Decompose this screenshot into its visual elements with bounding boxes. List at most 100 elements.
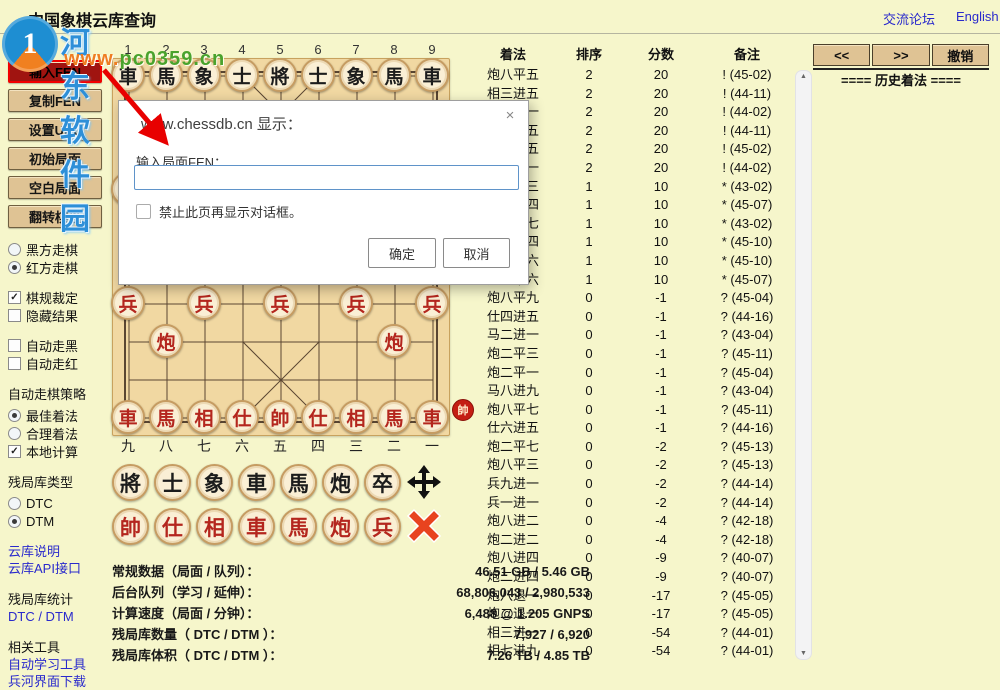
move-row[interactable]: 兵一进一0-2? (44-14) <box>466 494 790 513</box>
move-row[interactable]: 仕六进五0-1? (44-16) <box>466 419 790 438</box>
input-fen-button[interactable]: 输入FEN <box>8 60 102 83</box>
move-row[interactable]: 马八进九0-1? (43-04) <box>466 382 790 401</box>
red-palette-piece[interactable]: 仕 <box>154 508 191 545</box>
initial-position-button[interactable]: 初始局面 <box>8 147 102 170</box>
move-row[interactable]: 炮八退一0-17? (45-05) <box>466 587 790 606</box>
move-row[interactable]: 相三进一0-54? (44-01) <box>466 624 790 643</box>
red-piece[interactable]: 馬 <box>377 400 411 434</box>
red-piece[interactable]: 仕 <box>301 400 335 434</box>
move-row[interactable]: 炮八平九0-1? (45-04) <box>466 289 790 308</box>
fen-input[interactable] <box>134 165 519 190</box>
black-palette-piece[interactable]: 將 <box>112 464 149 501</box>
hide-results-checkbox[interactable] <box>8 309 21 322</box>
binghe-ui-download-link[interactable]: 兵河界面下载 <box>8 673 110 690</box>
move-row[interactable]: 炮二平一0-1? (45-04) <box>466 364 790 383</box>
moves-scrollbar[interactable] <box>795 70 812 660</box>
move-row[interactable]: 炮八进二0-4? (42-18) <box>466 512 790 531</box>
move-row[interactable]: 炮二平七0-2? (45-13) <box>466 438 790 457</box>
dtm-option[interactable]: DTM <box>8 512 110 530</box>
cancel-button[interactable]: 取消 <box>443 238 510 268</box>
rule-arbitration-option[interactable]: 棋规裁定 <box>8 288 110 306</box>
flip-board-button[interactable]: 翻转棋盘 <box>8 205 102 228</box>
red-piece[interactable]: 兵 <box>111 286 145 320</box>
move-row[interactable]: 炮二平三0-1? (45-11) <box>466 345 790 364</box>
black-piece[interactable]: 車 <box>415 58 449 92</box>
cloud-docs-link[interactable]: 云库说明 <box>8 543 110 560</box>
close-icon[interactable]: × <box>502 107 518 124</box>
move-row[interactable]: 马二进一0-1? (43-04) <box>466 326 790 345</box>
move-row[interactable]: 炮二进二0-4? (42-18) <box>466 531 790 550</box>
reasonable-move-option[interactable]: 合理着法 <box>8 424 110 442</box>
red-palette-piece[interactable]: 馬 <box>280 508 317 545</box>
move-row[interactable]: 炮八进四0-9? (40-07) <box>466 549 790 568</box>
red-palette-piece[interactable]: 帥 <box>112 508 149 545</box>
black-piece[interactable]: 士 <box>225 58 259 92</box>
red-palette-piece[interactable]: 炮 <box>322 508 359 545</box>
local-compute-option[interactable]: 本地计算 <box>8 442 110 460</box>
black-piece[interactable]: 馬 <box>377 58 411 92</box>
delete-cross-icon[interactable] <box>406 508 442 544</box>
red-piece[interactable]: 仕 <box>225 400 259 434</box>
reasonable-move-radio[interactable] <box>8 427 21 440</box>
auto-play-red-option[interactable]: 自动走红 <box>8 354 110 372</box>
red-palette-piece[interactable]: 車 <box>238 508 275 545</box>
empty-position-button[interactable]: 空白局面 <box>8 176 102 199</box>
black-piece[interactable]: 士 <box>301 58 335 92</box>
black-to-move-radio[interactable] <box>8 243 21 256</box>
black-piece[interactable]: 象 <box>187 58 221 92</box>
red-piece[interactable]: 兵 <box>339 286 373 320</box>
auto-play-red-checkbox[interactable] <box>8 357 21 370</box>
auto-learning-tool-link[interactable]: 自动学习工具 <box>8 656 110 673</box>
dtc-radio[interactable] <box>8 497 21 510</box>
set-url-button[interactable]: 设置URL <box>8 118 102 141</box>
red-piece[interactable]: 炮 <box>149 324 183 358</box>
red-piece[interactable]: 帥 <box>263 400 297 434</box>
black-palette-piece[interactable]: 馬 <box>280 464 317 501</box>
auto-play-black-option[interactable]: 自动走黑 <box>8 336 110 354</box>
cloud-api-link[interactable]: 云库API接口 <box>8 560 110 577</box>
red-palette-piece[interactable]: 相 <box>196 508 233 545</box>
copy-fen-button[interactable]: 复制FEN <box>8 89 102 112</box>
black-palette-piece[interactable]: 炮 <box>322 464 359 501</box>
move-row[interactable]: 相七进九0-54? (44-01) <box>466 642 790 661</box>
move-row[interactable]: 炮八平三0-2? (45-13) <box>466 456 790 475</box>
dtm-radio[interactable] <box>8 515 21 528</box>
suppress-dialog-checkbox[interactable] <box>136 204 151 219</box>
ok-button[interactable]: 确定 <box>368 238 436 268</box>
red-piece[interactable]: 兵 <box>187 286 221 320</box>
move-row[interactable]: 仕四进五0-1? (44-16) <box>466 308 790 327</box>
best-move-option[interactable]: 最佳着法 <box>8 406 110 424</box>
dtc-dtm-stats-link[interactable]: DTC / DTM <box>8 608 110 625</box>
english-link[interactable]: English <box>956 9 999 24</box>
move-row[interactable]: 炮八平五220! (45-02) <box>466 66 790 85</box>
red-piece[interactable]: 馬 <box>149 400 183 434</box>
next-move-button[interactable]: >> <box>872 44 929 66</box>
red-piece[interactable]: 兵 <box>263 286 297 320</box>
forum-link[interactable]: 交流论坛 <box>883 9 935 28</box>
black-palette-piece[interactable]: 象 <box>196 464 233 501</box>
move-row[interactable]: 炮八平七0-1? (45-11) <box>466 401 790 420</box>
black-piece[interactable]: 將 <box>263 58 297 92</box>
rule-arbitration-checkbox[interactable] <box>8 291 21 304</box>
red-piece[interactable]: 相 <box>187 400 221 434</box>
red-piece[interactable]: 相 <box>339 400 373 434</box>
move-row[interactable]: 炮二退一0-17? (45-05) <box>466 605 790 624</box>
move-cursor-icon[interactable] <box>406 464 442 500</box>
black-palette-piece[interactable]: 卒 <box>364 464 401 501</box>
black-piece[interactable]: 車 <box>111 58 145 92</box>
red-piece[interactable]: 炮 <box>377 324 411 358</box>
red-to-move-option[interactable]: 红方走棋 <box>8 258 110 276</box>
move-row[interactable]: 兵九进一0-2? (44-14) <box>466 475 790 494</box>
black-palette-piece[interactable]: 車 <box>238 464 275 501</box>
auto-play-black-checkbox[interactable] <box>8 339 21 352</box>
prev-move-button[interactable]: << <box>813 44 870 66</box>
best-move-radio[interactable] <box>8 409 21 422</box>
black-piece[interactable]: 象 <box>339 58 373 92</box>
move-row[interactable]: 炮二进四0-9? (40-07) <box>466 568 790 587</box>
red-piece[interactable]: 車 <box>111 400 145 434</box>
black-piece[interactable]: 馬 <box>149 58 183 92</box>
undo-button[interactable]: 撤销 <box>932 44 989 66</box>
red-piece[interactable]: 兵 <box>415 286 449 320</box>
black-to-move-option[interactable]: 黑方走棋 <box>8 240 110 258</box>
black-palette-piece[interactable]: 士 <box>154 464 191 501</box>
